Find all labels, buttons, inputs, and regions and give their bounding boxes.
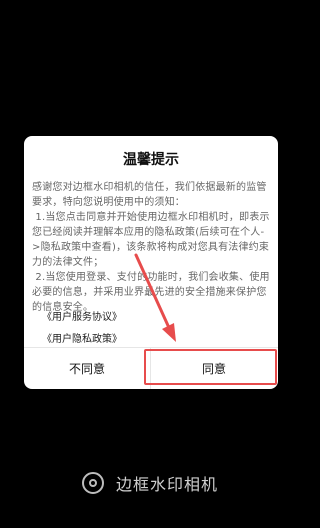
disagree-button[interactable]: 不同意 xyxy=(24,348,150,389)
app-branding: 边框水印相机 xyxy=(0,468,300,498)
body-paragraph-2: 1.当您点击同意并开始使用边框水印相机时，即表示您已经阅读并理解本应用的隐私政策… xyxy=(32,212,270,268)
screen: 温馨提示 感谢您对边框水印相机的信任，我们依据最新的监管要求，特向您说明使用中的… xyxy=(0,0,300,528)
dialog-title: 温馨提示 xyxy=(123,152,179,168)
privacy-dialog: 温馨提示 感谢您对边框水印相机的信任，我们依据最新的监管要求，特向您说明使用中的… xyxy=(24,136,278,389)
user-agreement-link[interactable]: 《用户服务协议》 xyxy=(42,308,122,323)
privacy-policy-link[interactable]: 《用户隐私政策》 xyxy=(42,330,122,345)
body-paragraph-1: 感谢您对边框水印相机的信任，我们依据最新的监管要求，特向您说明使用中的须知： xyxy=(32,182,267,208)
camera-lens-icon xyxy=(81,472,104,494)
agree-button[interactable]: 同意 xyxy=(151,348,277,389)
app-name: 边框水印相机 xyxy=(115,475,218,494)
